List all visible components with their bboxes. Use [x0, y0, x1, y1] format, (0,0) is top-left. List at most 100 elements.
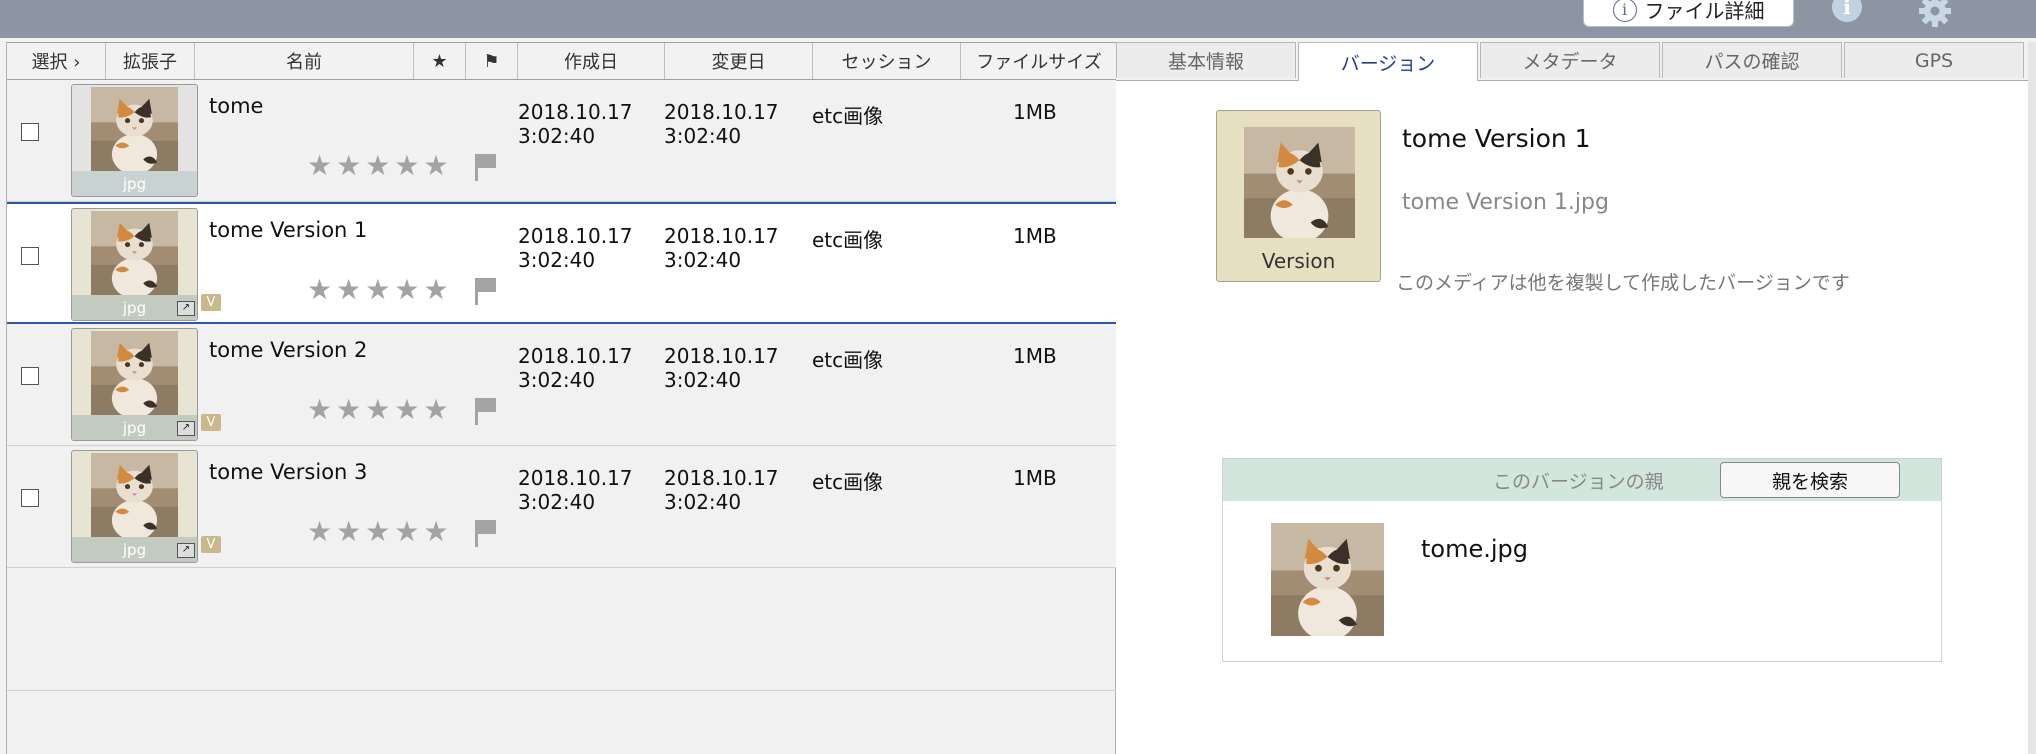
- thumbnail[interactable]: jpg ↗: [71, 328, 198, 441]
- parent-version-box: このバージョンの親 親を検索 tome.jpg: [1222, 458, 1942, 662]
- star-icon[interactable]: ★: [365, 276, 390, 304]
- table-row-selected[interactable]: jpg ↗ V tome Version 1 ★ ★ ★ ★ ★ 2018.10.17 3…: [7, 202, 1116, 324]
- star-icon[interactable]: ★: [336, 276, 361, 304]
- cat-image: [91, 87, 178, 171]
- header-session[interactable]: セッション: [813, 43, 961, 79]
- flag-icon[interactable]: [473, 276, 497, 306]
- top-toolbar: i ファイル詳細 i: [0, 0, 2036, 38]
- detail-tabs: 基本情報 バージョン メタデータ パスの確認 GPS: [1116, 42, 2028, 81]
- version-title: tome Version 1: [1402, 124, 1591, 153]
- star-icon[interactable]: ★: [394, 518, 419, 546]
- star-icon[interactable]: ★: [423, 518, 448, 546]
- rating-stars[interactable]: ★ ★ ★ ★ ★: [307, 276, 449, 304]
- header-created[interactable]: 作成日: [518, 43, 665, 79]
- star-icon[interactable]: ★: [423, 152, 448, 180]
- extension-label: jpg: [72, 171, 197, 196]
- star-icon[interactable]: ★: [307, 518, 332, 546]
- star-icon[interactable]: ★: [365, 152, 390, 180]
- file-size: 1MB: [1013, 224, 1057, 248]
- file-size: 1MB: [1013, 344, 1057, 368]
- row-checkbox[interactable]: [21, 489, 39, 507]
- rating-stars[interactable]: ★ ★ ★ ★ ★: [307, 396, 449, 424]
- row-checkbox[interactable]: [21, 247, 39, 265]
- table-row[interactable]: jpg ↗ V tome Version 2 ★ ★ ★ ★ ★ 2018.10.17 3…: [7, 324, 1116, 446]
- file-name: tome Version 1: [209, 218, 368, 242]
- header-flag[interactable]: ⚑: [466, 43, 518, 79]
- modified-date: 2018.10.17 3:02:40: [664, 100, 779, 148]
- tab-version[interactable]: バージョン: [1298, 42, 1478, 81]
- star-icon[interactable]: ★: [307, 396, 332, 424]
- star-icon[interactable]: ★: [336, 396, 361, 424]
- detail-panel: 基本情報 バージョン メタデータ パスの確認 GPS Version tome …: [1116, 42, 2028, 754]
- header-filesize[interactable]: ファイルサイズ: [961, 43, 1117, 79]
- search-parent-button[interactable]: 親を検索: [1720, 462, 1900, 498]
- version-badge: V: [201, 414, 221, 431]
- star-icon[interactable]: ★: [307, 276, 332, 304]
- right-scrollbar[interactable]: [2028, 42, 2036, 754]
- flag-icon[interactable]: [473, 518, 497, 548]
- header-select[interactable]: 選択 ›: [7, 43, 106, 79]
- star-icon[interactable]: ★: [423, 396, 448, 424]
- star-icon[interactable]: ★: [365, 396, 390, 424]
- file-detail-button[interactable]: i ファイル詳細: [1583, 0, 1794, 27]
- row-checkbox[interactable]: [21, 367, 39, 385]
- header-modified[interactable]: 変更日: [665, 43, 813, 79]
- tab-gps[interactable]: GPS: [1844, 42, 2024, 78]
- table-row[interactable]: jpg tome ★ ★ ★ ★ ★ 2018.10.17 3:02:40 2018.10…: [7, 80, 1116, 202]
- star-icon[interactable]: ★: [423, 276, 448, 304]
- version-thumbnail[interactable]: Version: [1216, 110, 1381, 282]
- tab-basic-info[interactable]: 基本情報: [1116, 42, 1296, 78]
- session-name: etc画像: [812, 348, 884, 372]
- thumbnail[interactable]: jpg ↗: [71, 450, 198, 563]
- modified-date: 2018.10.17 3:02:40: [664, 466, 779, 514]
- star-icon[interactable]: ★: [394, 152, 419, 180]
- file-name: tome Version 3: [209, 460, 368, 484]
- session-name: etc画像: [812, 228, 884, 252]
- file-detail-label: ファイル詳細: [1644, 0, 1765, 23]
- file-name: tome: [209, 94, 264, 118]
- alias-arrow-icon: ↗: [177, 301, 195, 316]
- version-filename: tome Version 1.jpg: [1402, 190, 1609, 215]
- table-row[interactable]: jpg ↗ V tome Version 3 ★ ★ ★ ★ ★ 2018.10.17 3…: [7, 446, 1116, 568]
- cat-image: [91, 453, 178, 537]
- rating-stars[interactable]: ★ ★ ★ ★ ★: [307, 518, 449, 546]
- list-divider: [7, 690, 1116, 691]
- info-icon[interactable]: i: [1832, 0, 1862, 22]
- tab-path-check[interactable]: パスの確認: [1662, 42, 1842, 78]
- thumbnail[interactable]: jpg ↗: [71, 208, 198, 321]
- created-date: 2018.10.17 3:02:40: [518, 344, 633, 392]
- parent-header: このバージョンの親 親を検索: [1223, 459, 1941, 501]
- version-badge: V: [201, 294, 221, 311]
- parent-thumbnail[interactable]: [1271, 523, 1384, 636]
- cat-image: [1244, 127, 1355, 238]
- flag-icon[interactable]: [473, 152, 497, 182]
- file-list-panel: 選択 › 拡張子 名前 ★ ⚑ 作成日 変更日 セッション ファイルサイズ jp…: [6, 42, 1117, 754]
- created-date: 2018.10.17 3:02:40: [518, 466, 633, 514]
- star-icon[interactable]: ★: [394, 396, 419, 424]
- rating-stars[interactable]: ★ ★ ★ ★ ★: [307, 152, 449, 180]
- star-icon[interactable]: ★: [336, 518, 361, 546]
- version-description: このメディアは他を複製して作成したバージョンです: [1396, 272, 1850, 294]
- star-icon[interactable]: ★: [365, 518, 390, 546]
- list-header: 選択 › 拡張子 名前 ★ ⚑ 作成日 変更日 セッション ファイルサイズ: [7, 42, 1117, 80]
- file-name: tome Version 2: [209, 338, 368, 362]
- info-circle-icon: i: [1612, 0, 1637, 22]
- created-date: 2018.10.17 3:02:40: [518, 100, 633, 148]
- parent-name[interactable]: tome.jpg: [1421, 535, 1528, 563]
- header-extension[interactable]: 拡張子: [106, 43, 195, 79]
- row-checkbox[interactable]: [21, 123, 39, 141]
- thumbnail[interactable]: jpg: [71, 84, 198, 197]
- modified-date: 2018.10.17 3:02:40: [664, 344, 779, 392]
- header-name[interactable]: 名前: [195, 43, 414, 79]
- parent-section-label: このバージョンの親: [1493, 471, 1664, 493]
- flag-icon[interactable]: [473, 396, 497, 426]
- tab-metadata[interactable]: メタデータ: [1480, 42, 1660, 78]
- gear-icon[interactable]: [1918, 0, 1952, 28]
- cat-image: [91, 211, 178, 295]
- star-icon[interactable]: ★: [307, 152, 332, 180]
- header-star[interactable]: ★: [414, 43, 466, 79]
- created-date: 2018.10.17 3:02:40: [518, 224, 633, 272]
- star-icon[interactable]: ★: [394, 276, 419, 304]
- star-icon[interactable]: ★: [336, 152, 361, 180]
- version-thumb-label: Version: [1261, 249, 1336, 273]
